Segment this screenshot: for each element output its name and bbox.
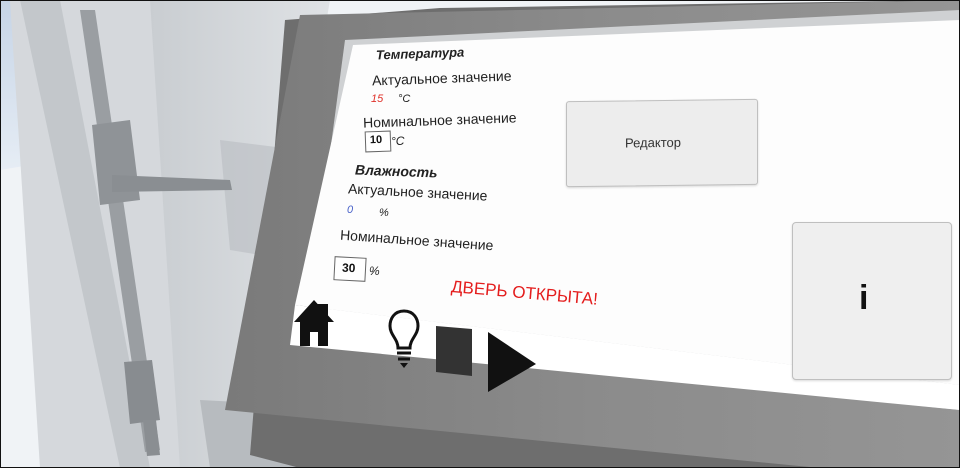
lightbulb-icon[interactable] [388, 308, 420, 370]
humidity-section-title: Влажность [354, 161, 438, 181]
vr-scene: Температура Актуальное значение 15 °C Но… [0, 0, 960, 468]
home-icon[interactable] [292, 298, 336, 350]
play-icon[interactable] [486, 330, 538, 392]
temperature-nominal-input[interactable]: 10 [364, 130, 392, 153]
humidity-actual-unit: % [379, 207, 389, 219]
temperature-section-title: Температура [375, 44, 465, 63]
info-button-label: i [859, 279, 869, 317]
humidity-nominal-unit: % [369, 264, 380, 278]
editor-button[interactable]: Редактор [566, 98, 758, 188]
temperature-actual-value: 15 [371, 93, 384, 105]
temperature-nominal-value: 10 [369, 133, 383, 147]
humidity-nominal-input[interactable]: 30 [333, 256, 367, 282]
stop-icon[interactable] [434, 326, 474, 376]
temperature-nominal-unit: °C [391, 134, 405, 148]
editor-button-label: Редактор [625, 134, 681, 151]
temperature-actual-unit: °C [398, 93, 411, 105]
info-button[interactable]: i [792, 222, 952, 380]
humidity-actual-value: 0 [347, 204, 354, 216]
humidity-nominal-value: 30 [341, 260, 356, 276]
